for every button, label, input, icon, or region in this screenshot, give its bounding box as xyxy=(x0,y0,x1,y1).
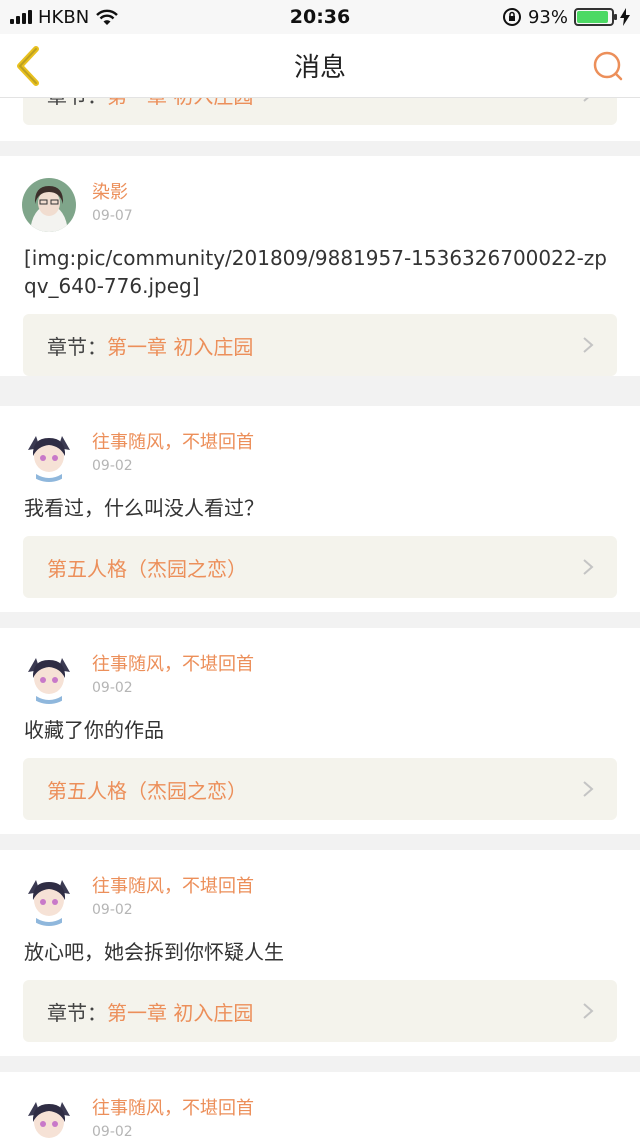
avatar[interactable] xyxy=(22,178,76,232)
charging-bolt-icon xyxy=(620,8,630,26)
post-date: 09-02 xyxy=(92,458,133,474)
avatar[interactable] xyxy=(22,1094,76,1138)
chevron-right-icon xyxy=(583,98,589,102)
battery-percent: 93% xyxy=(527,6,568,28)
rotation-lock-icon xyxy=(502,8,521,26)
post-date: 09-02 xyxy=(92,1124,133,1138)
avatar[interactable] xyxy=(22,650,76,704)
avatar[interactable] xyxy=(22,428,76,482)
message-card: 往事随风，不堪回首 09-02 放心吧，她会拆到你怀疑人生 章节： 第一章 初入… xyxy=(0,850,640,1056)
message-card: 往事随风，不堪回首 09-02 xyxy=(0,1072,640,1138)
message-card: 章节： 第一章 初入庄园 xyxy=(0,98,640,141)
user-name[interactable]: 往事随风，不堪回首 xyxy=(92,876,254,898)
reference-prefix: 章节： xyxy=(47,98,107,109)
post-date: 09-02 xyxy=(92,902,133,918)
search-icon xyxy=(593,51,623,81)
reference-title: 第五人格（杰园之恋） xyxy=(47,778,247,803)
user-name[interactable]: 往事随风，不堪回首 xyxy=(92,1098,254,1120)
back-button[interactable] xyxy=(12,44,52,88)
chevron-right-icon xyxy=(583,781,594,797)
message-card: 往事随风，不堪回首 09-02 收藏了你的作品 第五人格（杰园之恋） xyxy=(0,628,640,834)
reference-link[interactable]: 章节： 第一章 初入庄园 xyxy=(23,98,617,125)
post-text: [img:pic/community/201809/9881957-153632… xyxy=(24,246,607,298)
chevron-right-icon xyxy=(583,559,594,575)
battery-icon xyxy=(574,8,617,26)
chevron-right-icon xyxy=(583,1003,594,1019)
reference-link[interactable]: 第五人格（杰园之恋） xyxy=(23,536,617,598)
reference-link[interactable]: 第五人格（杰园之恋） xyxy=(23,758,617,820)
page-title: 消息 xyxy=(293,53,346,83)
post-text: 收藏了你的作品 xyxy=(24,718,164,742)
carrier-label: HKBN xyxy=(38,6,90,28)
avatar[interactable] xyxy=(22,872,76,926)
message-card: 染影 09-07 [img:pic/community/201809/98819… xyxy=(0,156,640,376)
post-date: 09-07 xyxy=(92,208,133,224)
message-card: 往事随风，不堪回首 09-02 我看过，什么叫没人看过？ 第五人格（杰园之恋） xyxy=(0,406,640,612)
user-name[interactable]: 往事随风，不堪回首 xyxy=(92,432,254,454)
reference-title: 第一章 初入庄园 xyxy=(107,334,254,359)
clock: 20:36 xyxy=(289,6,351,28)
chevron-right-icon xyxy=(583,337,594,353)
reference-title: 第一章 初入庄园 xyxy=(107,98,253,109)
message-feed[interactable]: 章节： 第一章 初入庄园 染影 09-07 [img:pic xyxy=(0,98,640,1138)
cellular-signal-icon xyxy=(10,10,32,24)
reference-prefix: 章节： xyxy=(47,334,107,359)
user-name[interactable]: 往事随风，不堪回首 xyxy=(92,654,254,676)
search-button[interactable] xyxy=(590,48,626,84)
post-text: 放心吧，她会拆到你怀疑人生 xyxy=(24,940,284,964)
reference-prefix: 章节： xyxy=(47,1000,107,1025)
status-bar: HKBN 20:36 93% xyxy=(0,0,640,34)
nav-bar: 消息 xyxy=(0,34,640,98)
wifi-icon xyxy=(96,9,119,25)
user-name[interactable]: 染影 xyxy=(92,182,133,204)
post-date: 09-02 xyxy=(92,680,133,696)
reference-link[interactable]: 章节： 第一章 初入庄园 xyxy=(23,980,617,1042)
reference-title: 第一章 初入庄园 xyxy=(107,1000,254,1025)
reference-title: 第五人格（杰园之恋） xyxy=(47,556,247,581)
reference-link[interactable]: 章节： 第一章 初入庄园 xyxy=(23,314,617,376)
post-text: 我看过，什么叫没人看过？ xyxy=(24,496,264,520)
chevron-left-icon xyxy=(17,46,39,86)
